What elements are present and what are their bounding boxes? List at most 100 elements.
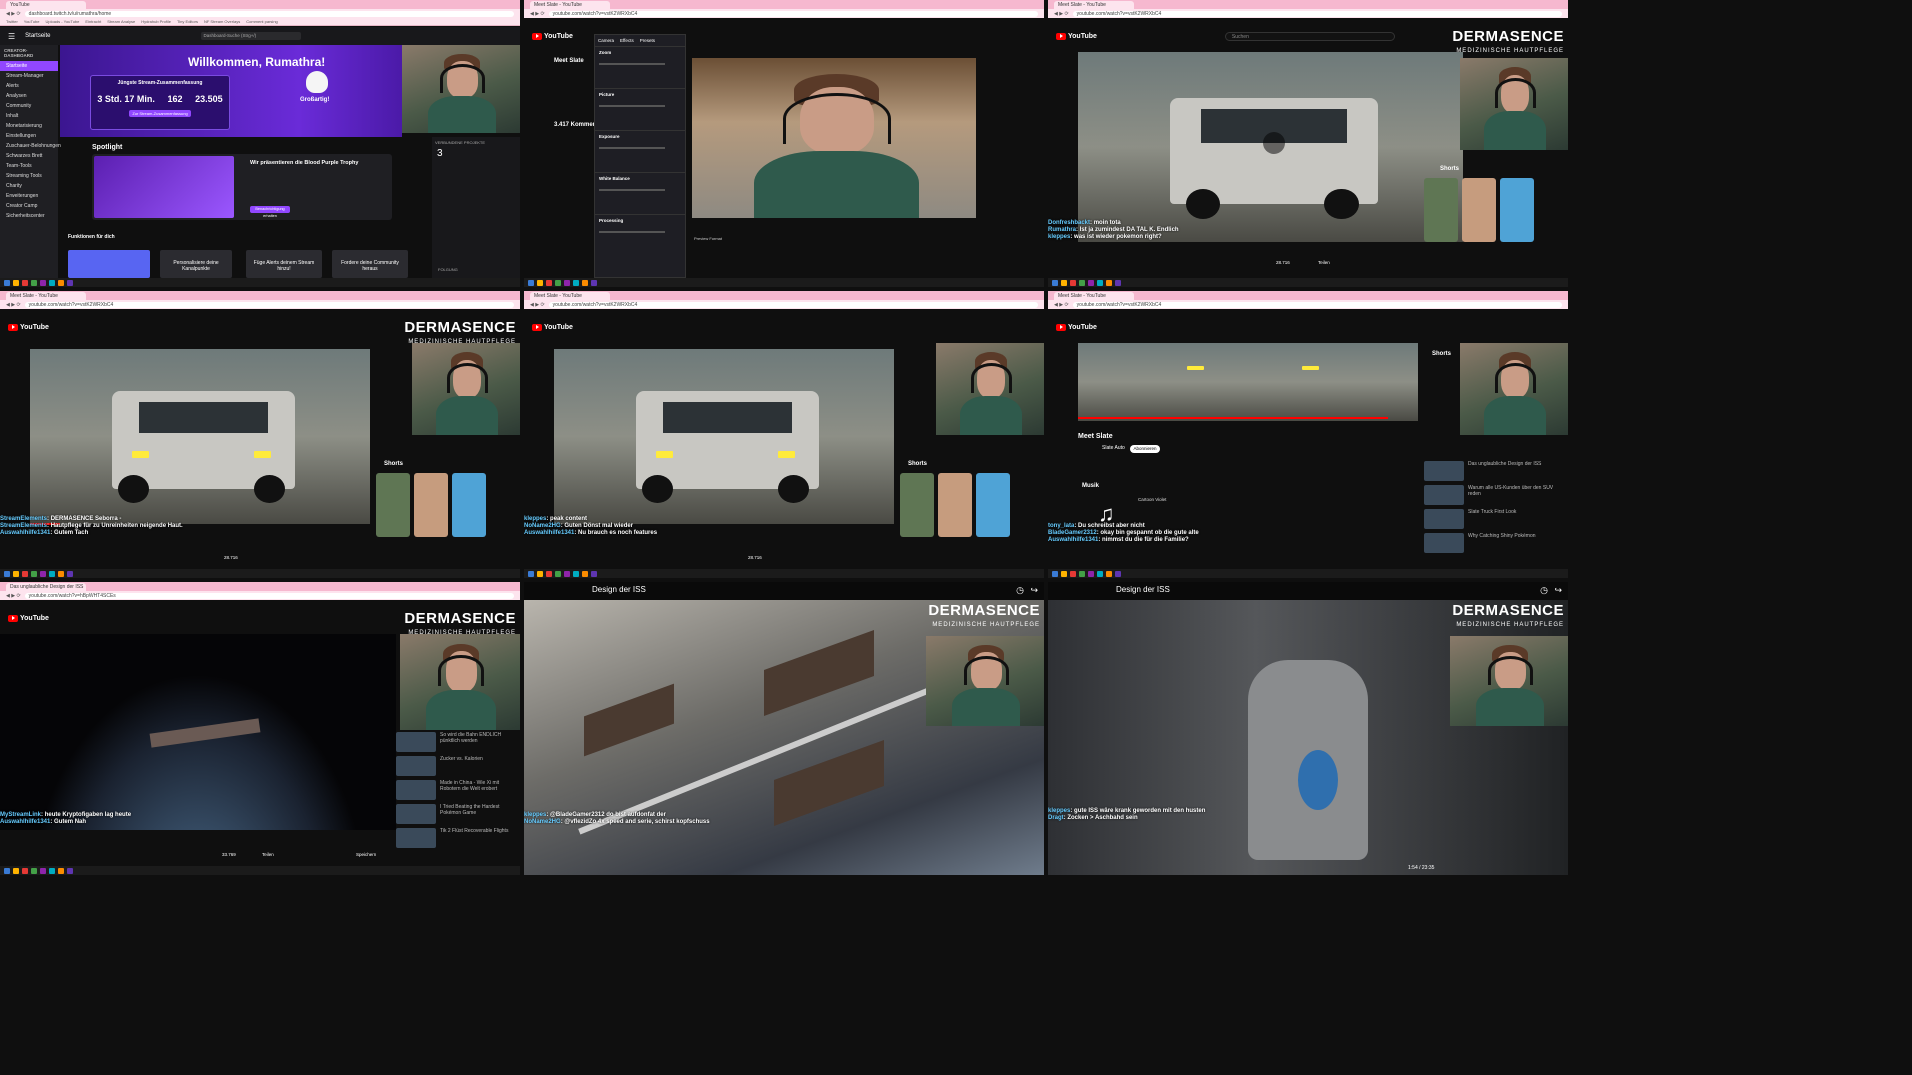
sidebar-item[interactable]: Alerts [0,81,58,91]
taskbar-app-icon[interactable] [58,570,64,577]
youtube-logo[interactable]: YouTube [1056,32,1097,40]
browser-tab[interactable]: Meet Slate - YouTube [530,1,610,9]
sidebar-item[interactable]: Monetarisierung [0,121,58,131]
tool-card-discord[interactable] [68,250,150,278]
browser-tab[interactable]: Meet Slate - YouTube [530,292,610,300]
taskbar-app-icon[interactable] [22,279,28,286]
chat-username[interactable]: tony_lata [1048,523,1074,529]
panel-section-title[interactable]: Picture [599,92,681,97]
short-thumbnail[interactable] [376,473,410,537]
bookmark-item[interactable]: Comment parsing [246,19,278,24]
taskbar-app-icon[interactable] [546,570,552,577]
recommendation-item[interactable]: Warum alle US-Kunden über den SUV reden [1424,485,1564,505]
taskbar-app-icon[interactable] [528,279,534,286]
sidebar-item[interactable]: Erweiterungen [0,191,58,201]
chat-username[interactable]: Auswahlhilfe1341 [524,530,574,536]
recommendation-title[interactable]: Why Catching Shiny Pokémon [1468,533,1536,553]
share-button[interactable]: Teilen [1318,260,1330,265]
slider[interactable] [599,105,665,107]
taskbar-app-icon[interactable] [1088,570,1094,577]
recommendation-item[interactable]: I Tried Beating the Hardest Pokémon Game [396,804,520,824]
subscribe-button[interactable]: Abonnieren [1130,445,1160,453]
taskbar-app-icon[interactable] [4,867,10,874]
chat-username[interactable]: kleppes [1048,808,1070,814]
recommendation-title[interactable]: Made in China - Wie Xi mit Robotern die … [440,780,520,800]
panel-section-title[interactable]: Zoom [599,50,681,55]
menu-icon[interactable]: ☰ [8,32,15,41]
chat-username[interactable]: NoName2HG [524,523,561,529]
browser-tab[interactable]: Meet Slate - YouTube [1054,292,1134,300]
taskbar-app-icon[interactable] [537,570,543,577]
taskbar-app-icon[interactable] [1079,570,1085,577]
short-thumbnail[interactable] [976,473,1010,537]
sidebar-item[interactable]: Creator Camp [0,201,58,211]
video-player[interactable] [0,634,396,830]
taskbar-app-icon[interactable] [22,867,28,874]
recommendation-item[interactable]: Why Catching Shiny Pokémon [1424,533,1564,553]
sidebar-item[interactable]: Streaming Tools [0,171,58,181]
chat-username[interactable]: Auswahlhilfe1341 [0,819,50,825]
slider[interactable] [599,189,665,191]
taskbar-app-icon[interactable] [49,279,55,286]
chat-username[interactable]: Rumathra [1048,227,1076,233]
video-thumbnail[interactable] [1424,461,1464,481]
like-count[interactable]: 28.716 [748,555,762,560]
recommendation-item[interactable]: Das unglaubliche Design der ISS [1424,461,1564,481]
recommendation-item[interactable]: Zucker vs. Kalorien [396,756,520,776]
taskbar-app-icon[interactable] [1070,570,1076,577]
panel-tab[interactable]: Presets [640,38,655,43]
video-thumbnail[interactable] [396,780,436,800]
taskbar-app-icon[interactable] [1106,570,1112,577]
taskbar-app-icon[interactable] [591,570,597,577]
video-thumbnail[interactable] [396,828,436,848]
sidebar-item[interactable]: Stream-Manager [0,71,58,81]
sidebar-item[interactable]: Sicherheitscenter [0,211,58,221]
chat-username[interactable]: StreamElements [0,516,47,522]
recommendation-title[interactable]: Zucker vs. Kalorien [440,756,483,776]
recommendation-item[interactable]: Made in China - Wie Xi mit Robotern die … [396,780,520,800]
bookmark-item[interactable]: Uploads - YouTube [46,19,80,24]
chat-username[interactable]: Auswahlhilfe1341 [0,530,50,536]
taskbar-app-icon[interactable] [528,570,534,577]
bookmark-item[interactable]: Stream Analyse [107,19,135,24]
url-field[interactable]: youtube.com/watch?v=vstK2WRXbC4 [1072,10,1562,17]
taskbar-app-icon[interactable] [67,279,73,286]
recommendation-item[interactable]: So wird die Bahn ENDLICH pünktlich werde… [396,732,520,752]
video-thumbnail[interactable] [396,756,436,776]
youtube-logo[interactable]: YouTube [1056,323,1097,331]
chat-username[interactable]: BladeGamer2312 [1048,530,1097,536]
sidebar-item[interactable]: Team-Tools [0,161,58,171]
sidebar-item[interactable]: Zuschauer-Belohnungen [0,141,61,151]
taskbar-app-icon[interactable] [58,867,64,874]
short-thumbnail[interactable] [414,473,448,537]
taskbar-app-icon[interactable] [49,867,55,874]
short-thumbnail[interactable] [1424,178,1458,242]
taskbar-app-icon[interactable] [1088,279,1094,286]
video-player[interactable] [30,349,370,524]
youtube-logo[interactable]: YouTube [8,323,49,331]
chat-username[interactable]: Dragt [1048,815,1064,821]
tool-card-channel-points[interactable]: Personalisiere deine Kanalpunkte [160,250,232,278]
panel-tab[interactable]: Camera [598,38,614,43]
bookmark-item[interactable]: Hydrahub Profile [141,19,171,24]
share-button[interactable]: Teilen [262,852,274,857]
short-thumbnail[interactable] [1462,178,1496,242]
youtube-logo[interactable]: YouTube [8,614,49,622]
recommendation-item[interactable]: Tik 2 Flüst Recoverable Flights [396,828,520,848]
taskbar-app-icon[interactable] [1097,570,1103,577]
chat-username[interactable]: Auswahlhilfe1341 [1048,537,1098,543]
taskbar-app-icon[interactable] [31,570,37,577]
dashboard-search[interactable]: Dashboard-Suche (Strg+/) [200,32,301,40]
chat-username[interactable]: MyStreamLink [0,812,41,818]
video-thumbnail[interactable] [396,732,436,752]
save-button[interactable]: Speichern [356,852,376,857]
sidebar-item[interactable]: Community [0,101,58,111]
video-player[interactable] [1078,52,1463,242]
taskbar-app-icon[interactable] [31,279,37,286]
recommendation-title[interactable]: So wird die Bahn ENDLICH pünktlich werde… [440,732,520,752]
taskbar-app-icon[interactable] [40,279,46,286]
taskbar-app-icon[interactable] [49,570,55,577]
bookmark-item[interactable]: Eintracht [85,19,101,24]
taskbar-app-icon[interactable] [1115,279,1121,286]
recommendation-title[interactable]: Slate Truck First Look [1468,509,1516,529]
